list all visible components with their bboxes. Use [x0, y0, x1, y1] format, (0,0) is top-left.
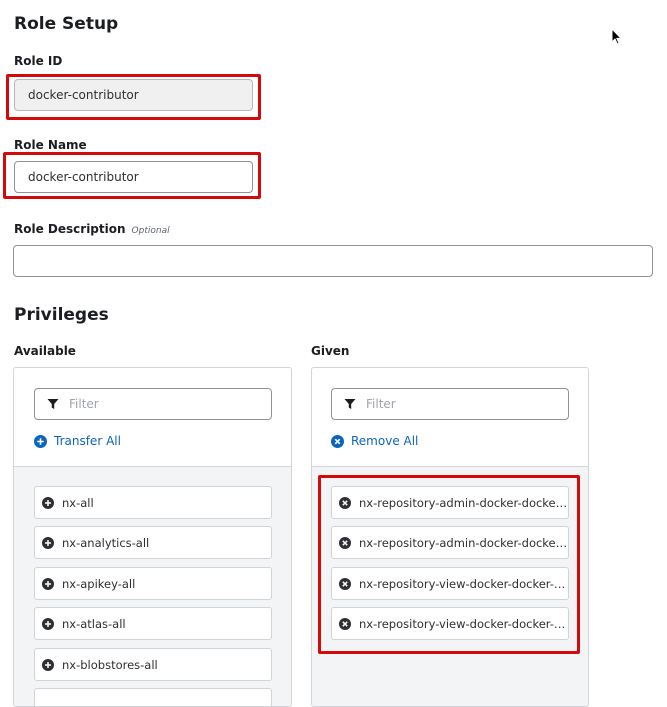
given-label: Given — [311, 344, 350, 358]
available-list: nx-all nx-analytics-all nx-apikey-all nx… — [14, 466, 291, 706]
available-item[interactable]: nx-atlas-all — [34, 607, 272, 640]
given-filter-placeholder: Filter — [366, 397, 396, 411]
transfer-all-button[interactable]: Transfer All — [34, 434, 121, 448]
plus-circle-icon — [42, 658, 54, 671]
filter-icon — [344, 399, 356, 409]
role-name-label: Role Name — [14, 138, 87, 152]
role-description-field[interactable] — [13, 245, 653, 277]
available-item[interactable]: nx-all — [34, 486, 272, 519]
available-item-label: nx-blobstores-all — [62, 657, 158, 672]
role-name-highlight — [3, 152, 261, 199]
role-id-label: Role ID — [14, 54, 63, 68]
available-panel: Filter Transfer All nx-all nx-analytics-… — [13, 367, 292, 707]
given-items-highlight — [318, 475, 580, 654]
available-item-label: nx-all — [62, 495, 94, 510]
plus-circle-icon — [42, 496, 54, 509]
available-item-label: nx-analytics-all — [62, 535, 150, 550]
remove-all-label: Remove All — [351, 434, 419, 448]
plus-circle-icon — [42, 536, 54, 549]
available-item[interactable]: nx-apikey-all — [34, 567, 272, 600]
privileges-title: Privileges — [14, 305, 109, 325]
role-description-label: Role Description Optional — [14, 222, 170, 236]
role-setup-title: Role Setup — [14, 14, 119, 34]
optional-tag: Optional — [131, 226, 170, 236]
available-filter-placeholder: Filter — [69, 397, 99, 411]
mouse-cursor-icon — [611, 28, 622, 45]
plus-circle-icon — [42, 577, 54, 590]
x-circle-icon — [331, 434, 344, 448]
available-item-label: nx-atlas-all — [62, 616, 126, 631]
role-id-highlight — [6, 74, 261, 120]
available-item[interactable]: nx-analytics-all — [34, 526, 272, 559]
available-filter-input[interactable]: Filter — [34, 388, 272, 420]
available-label: Available — [14, 344, 76, 358]
plus-circle-icon — [42, 617, 54, 630]
given-filter-input[interactable]: Filter — [331, 388, 569, 420]
available-item[interactable]: nx-blobstores-all — [34, 648, 272, 681]
transfer-all-label: Transfer All — [54, 434, 121, 448]
available-item-label: nx-apikey-all — [62, 576, 136, 591]
role-description-label-text: Role Description — [14, 222, 126, 236]
plus-circle-icon — [34, 434, 47, 448]
remove-all-button[interactable]: Remove All — [331, 434, 418, 448]
filter-icon — [47, 399, 59, 409]
